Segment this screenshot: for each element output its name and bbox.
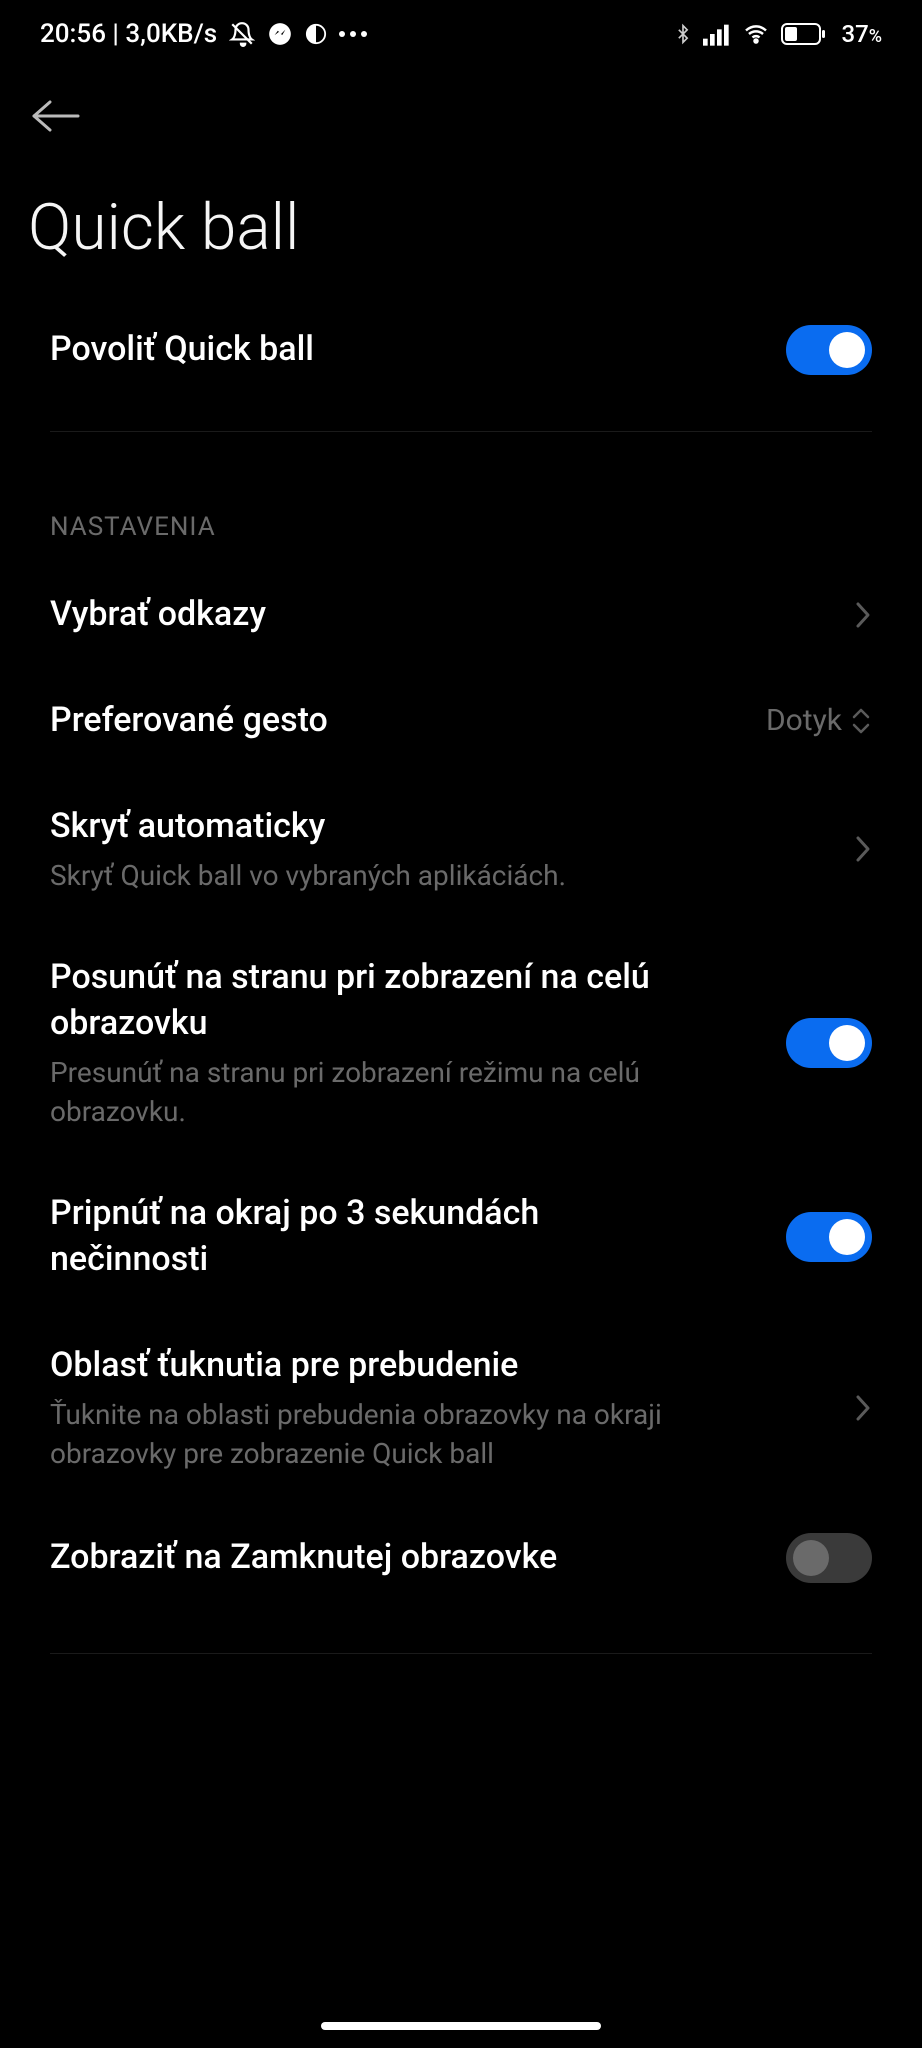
status-clock: 20:56 | 3,0KB/s — [40, 19, 217, 49]
pin-edge-title: Pripnúť na okraj po 3 sekundách nečinnos… — [50, 1191, 666, 1283]
status-bar-left: 20:56 | 3,0KB/s — [40, 19, 367, 49]
move-fullscreen-row[interactable]: Posunúť na stranu pri zobrazení na celú … — [50, 925, 872, 1161]
hide-auto-sub: Skryť Quick ball vo vybraných aplikáciác… — [50, 856, 830, 895]
status-bar-right: 37% — [673, 20, 882, 48]
signal-icon — [703, 22, 731, 46]
chevron-right-icon — [854, 1393, 872, 1423]
select-links-title: Vybrať odkazy — [50, 592, 830, 638]
enable-quickball-row[interactable]: Povoliť Quick ball — [50, 295, 872, 405]
pin-edge-row[interactable]: Pripnúť na okraj po 3 sekundách nečinnos… — [50, 1161, 872, 1313]
move-fullscreen-sub: Presunúť na stranu pri zobrazení režimu … — [50, 1053, 666, 1131]
show-lock-toggle[interactable] — [786, 1533, 872, 1583]
dnd-mute-icon — [229, 21, 255, 47]
nav-handle[interactable] — [321, 2022, 601, 2030]
hide-auto-row[interactable]: Skryť automaticky Skryť Quick ball vo vy… — [50, 774, 872, 925]
enable-quickball-title: Povoliť Quick ball — [50, 327, 762, 373]
sort-icon — [850, 706, 872, 736]
battery-percent: 37% — [841, 20, 882, 48]
messenger-icon — [267, 21, 293, 47]
show-lock-row[interactable]: Zobraziť na Zamknutej obrazovke — [50, 1503, 872, 1613]
back-button[interactable] — [28, 88, 84, 144]
chevron-right-icon — [854, 834, 872, 864]
enable-quickball-toggle[interactable] — [786, 325, 872, 375]
status-bar: 20:56 | 3,0KB/s 37% — [0, 0, 922, 68]
move-fullscreen-title: Posunúť na stranu pri zobrazení na celú … — [50, 955, 666, 1047]
show-lock-title: Zobraziť na Zamknutej obrazovke — [50, 1535, 762, 1581]
preferred-gesture-value: Dotyk — [766, 703, 842, 738]
chevron-right-icon — [854, 600, 872, 630]
more-dots-icon — [339, 31, 367, 37]
hide-auto-title: Skryť automaticky — [50, 804, 830, 850]
tap-area-wake-row[interactable]: Oblasť ťuknutia pre prebudenie Ťuknite n… — [50, 1313, 872, 1503]
tap-area-wake-sub: Ťuknite na oblasti prebudenia obrazovky … — [50, 1395, 726, 1473]
header — [0, 68, 922, 144]
divider — [50, 1653, 872, 1654]
bluetooth-icon — [673, 21, 693, 47]
move-fullscreen-toggle[interactable] — [786, 1018, 872, 1068]
page-title: Quick ball — [0, 144, 922, 295]
tap-area-wake-title: Oblasť ťuknutia pre prebudenie — [50, 1343, 726, 1389]
contrast-icon — [305, 23, 327, 45]
preferred-gesture-row[interactable]: Preferované gesto Dotyk — [50, 668, 872, 774]
wifi-icon — [741, 22, 771, 46]
preferred-gesture-title: Preferované gesto — [50, 698, 742, 744]
pin-edge-toggle[interactable] — [786, 1212, 872, 1262]
battery-icon — [781, 22, 827, 46]
section-label-settings: NASTAVENIA — [50, 432, 872, 562]
select-links-row[interactable]: Vybrať odkazy — [50, 562, 872, 668]
